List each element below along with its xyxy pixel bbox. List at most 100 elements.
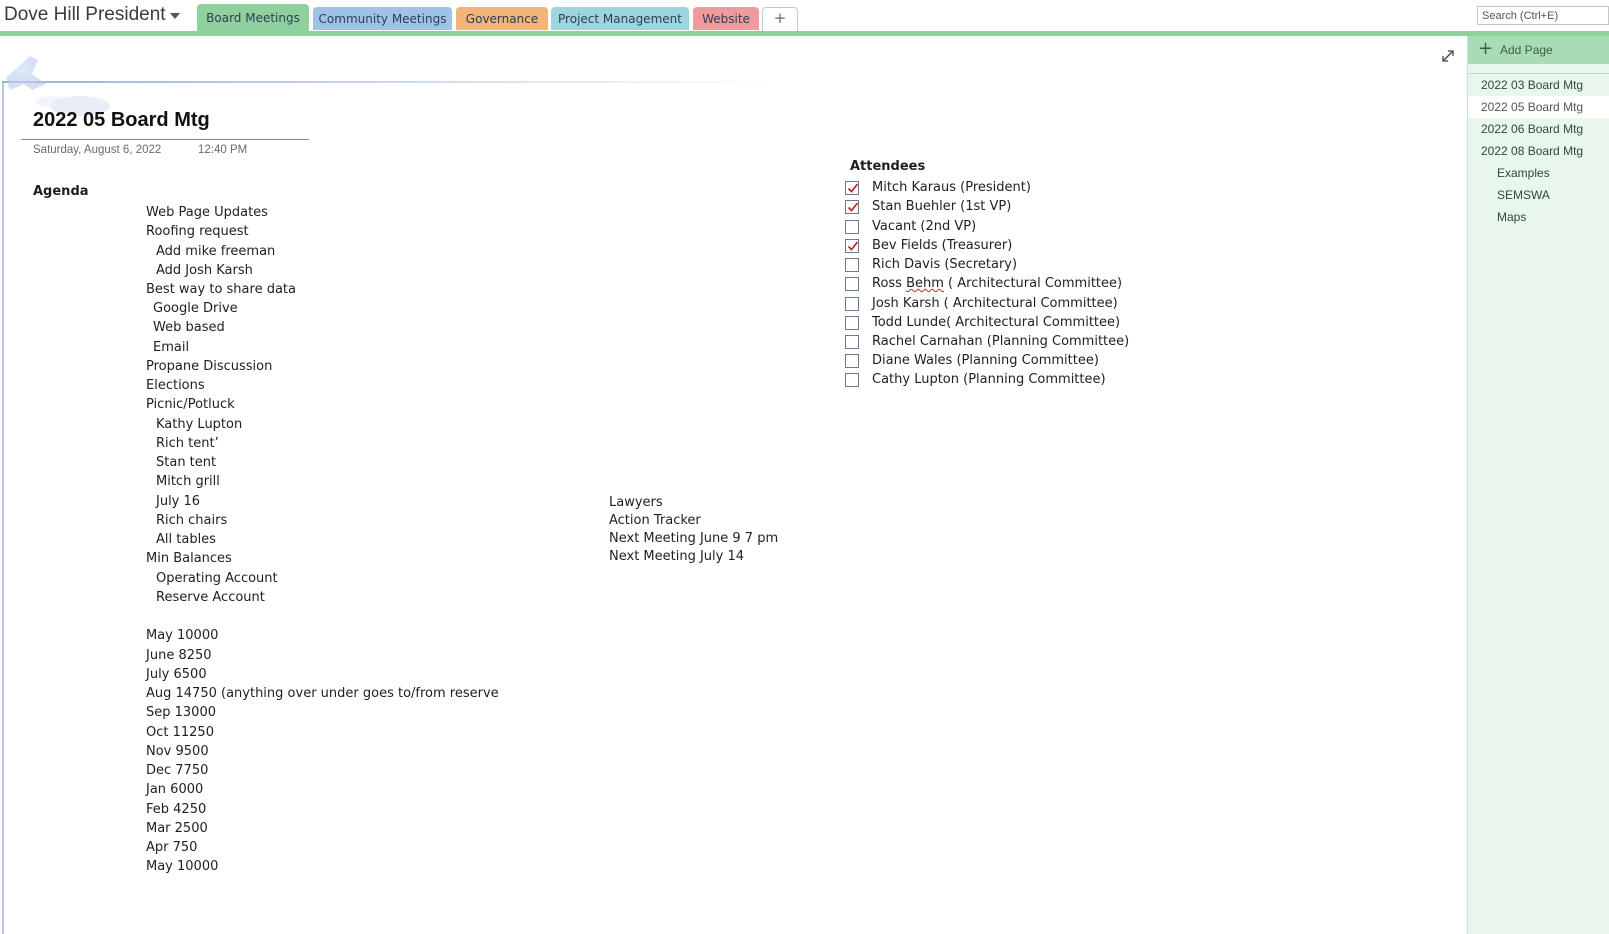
agenda-item[interactable]: Mitch grill [156,474,220,489]
attendee-name[interactable]: Rich Davis (Secretary) [872,257,1017,272]
attendee-name[interactable]: Ross Behm ( Architectural Committee) [872,276,1122,291]
agenda-item[interactable]: Web based [153,320,225,335]
add-section-button[interactable]: + [762,7,798,31]
tab-website[interactable]: Website [693,7,759,30]
page-item-2022-03-board-mtg[interactable]: 2022 03 Board Mtg [1468,74,1609,96]
title-underline [21,139,309,140]
tab-governance[interactable]: Governance [456,7,548,30]
tab-community-meetings[interactable]: Community Meetings [313,7,452,30]
agenda-heading[interactable]: Agenda [33,184,89,199]
agenda-item[interactable]: All tables [156,532,216,547]
add-page-button[interactable]: + Add Page [1468,36,1609,64]
other-item[interactable]: Next Meeting June 9 7 pm [609,531,778,546]
page-item-label: 2022 05 Board Mtg [1481,100,1584,114]
other-item[interactable]: Next Meeting July 14 [609,549,744,564]
agenda-item[interactable]: Rich chairs [156,513,227,528]
attendee-checkbox[interactable] [845,220,859,234]
expand-icon[interactable] [1440,48,1456,64]
spelling-flagged-word: Behm [906,276,944,291]
agenda-item[interactable]: Picnic/Potluck [146,397,235,412]
attendee-name[interactable]: Rachel Carnahan (Planning Committee) [872,334,1129,349]
agenda-item[interactable]: Best way to share data [146,282,296,297]
tab-label: Project Management [558,12,682,26]
agenda-item[interactable]: Roofing request [146,224,249,239]
agenda-item[interactable]: Email [153,340,189,355]
balance-item[interactable]: Aug 14750 (anything over under goes to/f… [146,686,499,701]
page-title[interactable]: 2022 05 Board Mtg [33,109,210,132]
page-item-label: SEMSWA [1497,188,1550,202]
attendee-name[interactable]: Stan Buehler (1st VP) [872,199,1011,214]
plus-icon: + [773,9,787,27]
agenda-item[interactable]: Add Josh Karsh [156,263,253,278]
page-item-2022-05-board-mtg[interactable]: 2022 05 Board Mtg [1468,96,1609,118]
page-item-2022-08-board-mtg[interactable]: 2022 08 Board Mtg [1468,140,1609,162]
agenda-item[interactable]: Add mike freeman [156,244,275,259]
checkmark-icon [847,183,859,193]
balance-item[interactable]: June 8250 [146,648,212,663]
attendee-checkbox[interactable] [845,200,859,214]
agenda-item[interactable]: July 16 [156,494,200,509]
balance-item[interactable]: July 6500 [146,667,207,682]
agenda-item[interactable]: Stan tent [156,455,216,470]
tab-label: Board Meetings [206,11,300,25]
other-item[interactable]: Lawyers [609,495,663,510]
page-item-label: Maps [1497,210,1527,224]
attendee-name[interactable]: Diane Wales (Planning Committee) [872,353,1099,368]
attendee-name[interactable]: Bev Fields (Treasurer) [872,238,1012,253]
balance-item[interactable]: May 10000 [146,859,218,874]
attendee-checkbox[interactable] [845,277,859,291]
tab-label: Governance [465,12,539,26]
balance-item[interactable]: May 10000 [146,628,218,643]
page-item-2022-06-board-mtg[interactable]: 2022 06 Board Mtg [1468,118,1609,140]
attendee-checkbox[interactable] [845,297,859,311]
agenda-item[interactable]: Propane Discussion [146,359,272,374]
balance-item[interactable]: Dec 7750 [146,763,208,778]
page-item-label: 2022 06 Board Mtg [1481,122,1584,136]
tab-board-meetings[interactable]: Board Meetings [197,4,309,32]
page-item-examples[interactable]: Examples [1468,162,1609,184]
attendee-name[interactable]: Vacant (2nd VP) [872,219,976,234]
agenda-item[interactable]: Elections [146,378,205,393]
attendee-checkbox[interactable] [845,239,859,253]
agenda-item[interactable]: Operating Account [156,571,278,586]
tab-label: Website [702,12,750,26]
balance-item[interactable]: Apr 750 [146,840,197,855]
agenda-item[interactable]: Reserve Account [156,590,265,605]
search-input[interactable]: Search (Ctrl+E) [1477,6,1609,25]
chevron-down-icon[interactable] [170,13,180,19]
attendee-checkbox[interactable] [845,373,859,387]
balance-item[interactable]: Nov 9500 [146,744,209,759]
agenda-item[interactable]: Google Drive [153,301,238,316]
page-item-label: 2022 08 Board Mtg [1481,144,1584,158]
attendee-checkbox[interactable] [845,181,859,195]
attendees-heading[interactable]: Attendees [850,159,925,174]
page-time: 12:40 PM [198,144,248,156]
tab-project-management[interactable]: Project Management [551,7,689,30]
page-item-semswa[interactable]: SEMSWA [1468,184,1609,206]
page-item-label: Examples [1497,166,1550,180]
top-bar: Dove Hill President Board Meetings Commu… [0,0,1609,32]
attendee-name[interactable]: Mitch Karaus (President) [872,180,1031,195]
attendee-name[interactable]: Josh Karsh ( Architectural Committee) [872,296,1118,311]
other-item[interactable]: Action Tracker [609,513,701,528]
attendee-checkbox[interactable] [845,316,859,330]
attendee-checkbox[interactable] [845,258,859,272]
attendee-checkbox[interactable] [845,354,859,368]
balance-item[interactable]: Jan 6000 [146,782,203,797]
attendee-name[interactable]: Todd Lunde( Architectural Committee) [872,315,1120,330]
balance-item[interactable]: Oct 11250 [146,725,214,740]
page-canvas[interactable] [0,36,1467,934]
attendee-name[interactable]: Cathy Lupton (Planning Committee) [872,372,1106,387]
balance-item[interactable]: Sep 13000 [146,705,216,720]
checkmark-icon [847,202,859,212]
balance-item[interactable]: Mar 2500 [146,821,208,836]
agenda-item[interactable]: Web Page Updates [146,205,268,220]
tab-label: Community Meetings [318,12,447,26]
notebook-title[interactable]: Dove Hill President [4,4,166,26]
balance-item[interactable]: Feb 4250 [146,802,206,817]
agenda-item[interactable]: Min Balances [146,551,232,566]
agenda-item[interactable]: Rich tent’ [156,436,219,451]
page-item-maps[interactable]: Maps [1468,206,1609,228]
attendee-checkbox[interactable] [845,335,859,349]
agenda-item[interactable]: Kathy Lupton [156,417,242,432]
